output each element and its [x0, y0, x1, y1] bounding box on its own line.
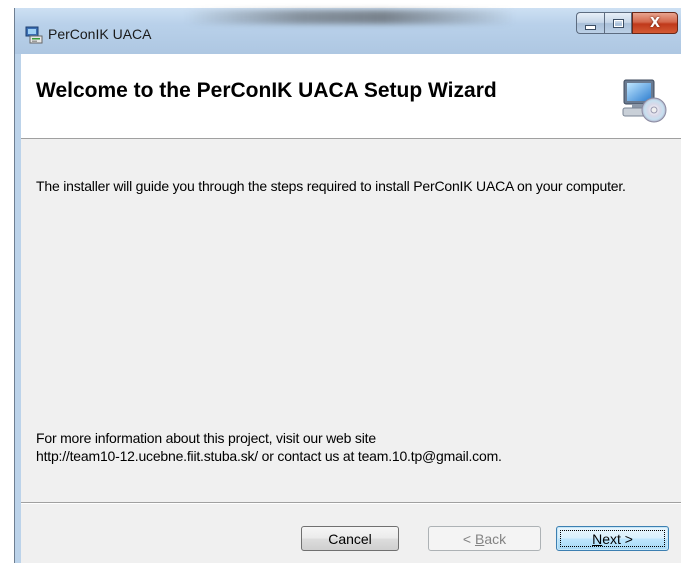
info-line-website: For more information about this project,…: [36, 430, 376, 446]
page-title: Welcome to the PerConIK UACA Setup Wizar…: [36, 79, 497, 102]
minimize-icon: [585, 24, 596, 30]
installer-icon: [25, 26, 43, 44]
next-button-label: Next >: [592, 530, 633, 547]
wizard-footer: Cancel < Back Next >: [21, 502, 681, 564]
back-button-label: < Back: [462, 530, 507, 547]
maximize-icon: [612, 18, 624, 28]
window-controls: X: [576, 12, 678, 34]
cancel-button-label: Cancel: [328, 530, 372, 547]
back-button[interactable]: < Back: [428, 526, 541, 551]
close-icon: X: [649, 15, 661, 31]
intro-text: The installer will guide you through the…: [36, 178, 626, 194]
minimize-button[interactable]: [576, 12, 604, 34]
next-button[interactable]: Next >: [556, 526, 669, 551]
wizard-banner: Welcome to the PerConIK UACA Setup Wizar…: [21, 54, 681, 139]
window-title: PerConIK UACA: [48, 26, 152, 42]
info-text: For more information about this project,…: [36, 429, 676, 465]
setup-wizard-window: PerConIK UACA X Welcome to the PerConIK …: [14, 8, 681, 563]
close-button[interactable]: X: [632, 12, 678, 34]
wizard-client-area: Welcome to the PerConIK UACA Setup Wizar…: [21, 54, 681, 563]
maximize-button[interactable]: [604, 12, 632, 34]
cancel-button[interactable]: Cancel: [301, 526, 399, 551]
computer-cd-icon: [622, 79, 667, 123]
info-line-contact: http://team10-12.ucebne.fiit.stuba.sk/ o…: [36, 448, 502, 464]
title-bar[interactable]: PerConIK UACA X: [15, 8, 681, 54]
